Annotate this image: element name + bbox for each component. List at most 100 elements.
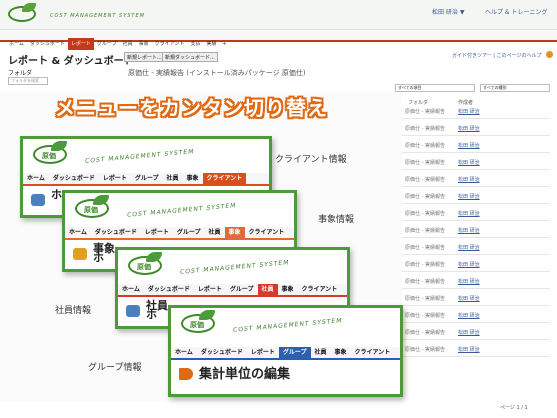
card-nav-item[interactable]: グループ <box>226 284 258 295</box>
card-nav-item[interactable]: ダッシュボード <box>144 284 194 295</box>
card-page-title: 事象 ホ <box>93 242 115 264</box>
table-cell-creator[interactable]: 松田 研治 <box>458 312 480 319</box>
table-row-divider <box>395 339 550 340</box>
card-nav-item[interactable]: 社員 <box>205 227 225 238</box>
table-row-divider <box>395 203 550 204</box>
table-cell-creator[interactable]: 松田 研治 <box>458 261 480 268</box>
nav-tab-3[interactable]: グループ <box>94 38 120 50</box>
col-folder-header[interactable]: フォルダ <box>408 99 428 106</box>
folder-search-input[interactable]: フォルダを検索 <box>8 77 48 85</box>
card-page-title: 集計単位の編集 <box>199 367 291 382</box>
nav-tab-7[interactable]: 支払 <box>187 38 203 50</box>
card-nav-item[interactable]: 社員 <box>311 347 331 358</box>
help-links[interactable]: ガイド付きツアー | このページのヘルプ <box>452 52 541 59</box>
logo-label: 原価 <box>84 206 98 214</box>
type-select[interactable]: すべての種別 <box>480 84 550 92</box>
card-nav-item[interactable]: レポート <box>141 227 173 238</box>
nav-tab-6[interactable]: クライアント <box>152 38 188 50</box>
card-nav-item[interactable]: ダッシュボード <box>197 347 247 358</box>
table-row-divider <box>395 169 550 170</box>
card-nav-item[interactable]: クライアント <box>298 284 342 295</box>
card-nav-item[interactable]: ホーム <box>171 347 197 358</box>
table-cell-creator[interactable]: 松田 研治 <box>458 159 480 166</box>
card-nav: ホーム ダッシュボード レポート グループ 社員 事象 クライアント <box>23 173 269 186</box>
card-caption-1: 事象情報 <box>318 215 355 225</box>
new-report-button[interactable]: 新規レポート... <box>124 52 165 62</box>
page-title: レポート & ダッシュボード <box>8 56 134 67</box>
table-row-divider <box>395 254 550 255</box>
col-creator-header[interactable]: 作成者 <box>458 99 473 106</box>
help-icon[interactable] <box>546 51 553 58</box>
system-name: COST MANAGEMENT SYSTEM <box>126 202 237 219</box>
table-cell-folder: 原価仕 - 実績報告 <box>405 262 445 268</box>
table-cell-creator[interactable]: 松田 研治 <box>458 295 480 302</box>
card-nav: ホーム ダッシュボード レポート グループ 社員 事象 クライアント <box>65 227 294 240</box>
card-nav-item[interactable]: 社員 <box>163 173 183 184</box>
table-row-divider <box>395 186 550 187</box>
table-row-divider <box>395 356 550 357</box>
breadcrumb: 原価仕 - 実績報告 (インストール済みパッケージ 原価仕) <box>128 69 306 77</box>
help-link[interactable]: ヘルプ & トレーニング <box>485 7 548 16</box>
table-cell-creator[interactable]: 松田 研治 <box>458 278 480 285</box>
table-row-divider <box>395 305 550 306</box>
table-cell-creator[interactable]: 松田 研治 <box>458 176 480 183</box>
user-menu[interactable]: 松田 研治 ▼ <box>432 7 464 16</box>
table-cell-folder: 原価仕 - 実績報告 <box>405 245 445 251</box>
nav-tab-4[interactable]: 社員 <box>120 38 136 50</box>
card-nav-item[interactable]: 事象 <box>224 227 245 238</box>
card-nav-item[interactable]: クライアント <box>245 227 289 238</box>
card-header: 原価 COST MANAGEMENT SYSTEM <box>118 250 347 284</box>
table-cell-creator[interactable]: 松田 研治 <box>458 244 480 251</box>
table-cell-creator[interactable]: 松田 研治 <box>458 329 480 336</box>
card-nav-item[interactable]: 事象 <box>183 173 203 184</box>
nav-tab-2[interactable]: レポート <box>67 38 94 50</box>
headline-text: メニューをカンタン切り替え <box>55 96 328 120</box>
table-row-divider <box>395 271 550 272</box>
card-nav-item[interactable]: グループ <box>131 173 163 184</box>
table-cell-creator[interactable]: 松田 研治 <box>458 108 480 115</box>
nav-tab-5[interactable]: 事象 <box>136 38 152 50</box>
main-nav: ホーム ダッシュボード レポート グループ 社員 事象 クライアント 支払 実績 + <box>0 30 557 50</box>
nav-tab-9[interactable]: + <box>219 38 229 50</box>
table-cell-creator[interactable]: 松田 研治 <box>458 193 480 200</box>
card-nav-item[interactable]: 社員 <box>257 284 278 295</box>
table-cell-folder: 原価仕 - 実績報告 <box>405 330 445 336</box>
card-nav-item[interactable]: グループ <box>278 347 311 358</box>
people-icon <box>31 194 45 206</box>
sort-select[interactable]: すべての項目 <box>395 84 475 92</box>
flag-icon <box>179 368 193 380</box>
card-caption-0: クライアント情報 <box>275 155 347 165</box>
card-nav-item[interactable]: ホーム <box>118 284 144 295</box>
card-nav-item[interactable]: 事象 <box>331 347 351 358</box>
menu-card-3: 原価 COST MANAGEMENT SYSTEM ホーム ダッシュボード レポート グル… <box>168 305 403 397</box>
table-cell-creator[interactable]: 松田 研治 <box>458 346 480 353</box>
table-cell-folder: 原価仕 - 実績報告 <box>405 313 445 319</box>
card-body: 集計単位の編集 <box>171 360 400 394</box>
card-nav-item[interactable]: ダッシュボード <box>49 173 99 184</box>
card-nav-item[interactable]: レポート <box>99 173 131 184</box>
table-cell-folder: 原価仕 - 実績報告 <box>405 296 445 302</box>
nav-tab-8[interactable]: 実績 <box>203 38 219 50</box>
table-row-divider <box>395 237 550 238</box>
system-name: COST MANAGEMENT SYSTEM <box>179 259 290 276</box>
card-nav-item[interactable]: ダッシュボード <box>91 227 141 238</box>
card-nav-item[interactable]: 事象 <box>278 284 298 295</box>
new-dashboard-button[interactable]: 新規ダッシュボード... <box>162 52 218 62</box>
system-name: COST MANAGEMENT SYSTEM <box>232 317 343 334</box>
table-row-divider <box>395 152 550 153</box>
table-cell-creator[interactable]: 松田 研治 <box>458 142 480 149</box>
card-nav-item[interactable]: グループ <box>173 227 205 238</box>
card-nav-item[interactable]: ホーム <box>65 227 91 238</box>
card-header: 原価 COST MANAGEMENT SYSTEM <box>65 193 294 227</box>
card-nav-item[interactable]: レポート <box>247 347 279 358</box>
card-nav-item[interactable]: クライアント <box>202 173 247 184</box>
table-cell-creator[interactable]: 松田 研治 <box>458 210 480 217</box>
card-nav-item[interactable]: レポート <box>194 284 226 295</box>
nav-tab-0[interactable]: ホーム <box>6 38 27 50</box>
table-cell-creator[interactable]: 松田 研治 <box>458 125 480 132</box>
table-row-divider <box>395 220 550 221</box>
nav-tab-1[interactable]: ダッシュボード <box>27 38 68 50</box>
card-nav-item[interactable]: クライアント <box>351 347 395 358</box>
card-nav-item[interactable]: ホーム <box>23 173 49 184</box>
table-cell-creator[interactable]: 松田 研治 <box>458 227 480 234</box>
